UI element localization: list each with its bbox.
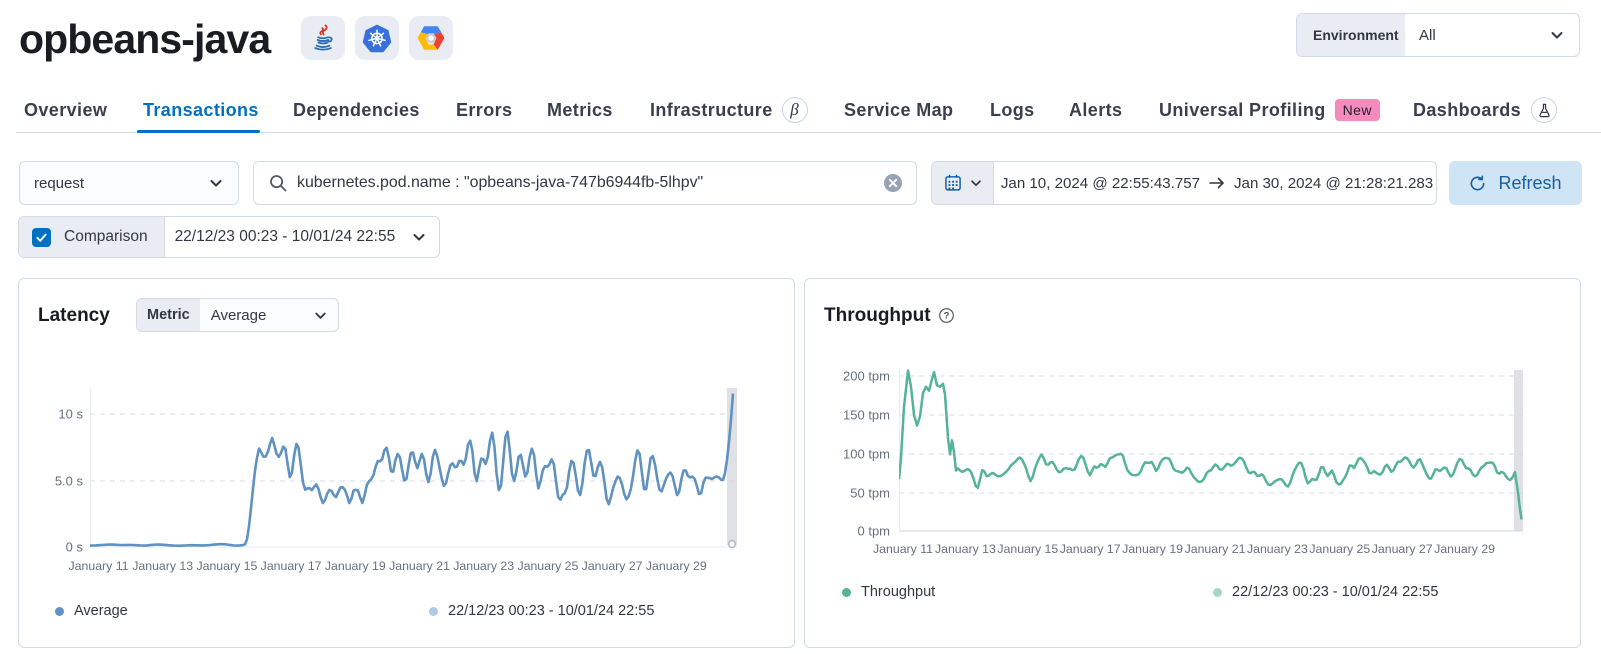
svg-text:?: ? <box>944 311 950 322</box>
svg-text:January 25: January 25 <box>517 559 578 573</box>
svg-text:January 13: January 13 <box>132 559 193 573</box>
svg-text:150 tpm: 150 tpm <box>843 408 890 423</box>
svg-text:January 27: January 27 <box>582 559 643 573</box>
svg-text:50 tpm: 50 tpm <box>850 486 890 501</box>
svg-text:January 11: January 11 <box>69 559 129 573</box>
svg-text:January 15: January 15 <box>196 559 257 573</box>
svg-text:January 29: January 29 <box>646 559 707 573</box>
svg-text:January 25: January 25 <box>1309 542 1370 556</box>
svg-text:January 19: January 19 <box>1122 542 1183 556</box>
svg-text:January 15: January 15 <box>997 542 1058 556</box>
svg-text:January 19: January 19 <box>325 559 386 573</box>
svg-text:5.0 s: 5.0 s <box>55 474 84 489</box>
svg-text:January 27: January 27 <box>1372 542 1433 556</box>
svg-text:January 23: January 23 <box>453 559 514 573</box>
svg-text:0 s: 0 s <box>66 540 84 555</box>
svg-text:January 21: January 21 <box>389 559 450 573</box>
svg-text:January 11: January 11 <box>873 542 933 556</box>
svg-text:200 tpm: 200 tpm <box>843 369 890 384</box>
svg-text:January 17: January 17 <box>1060 542 1121 556</box>
svg-text:100 tpm: 100 tpm <box>843 447 890 462</box>
svg-text:January 17: January 17 <box>261 559 322 573</box>
svg-text:January 23: January 23 <box>1247 542 1308 556</box>
svg-text:10 s: 10 s <box>58 407 83 422</box>
svg-text:January 29: January 29 <box>1434 542 1495 556</box>
svg-text:0 tpm: 0 tpm <box>857 524 890 539</box>
svg-text:January 13: January 13 <box>935 542 996 556</box>
svg-text:January 21: January 21 <box>1185 542 1246 556</box>
